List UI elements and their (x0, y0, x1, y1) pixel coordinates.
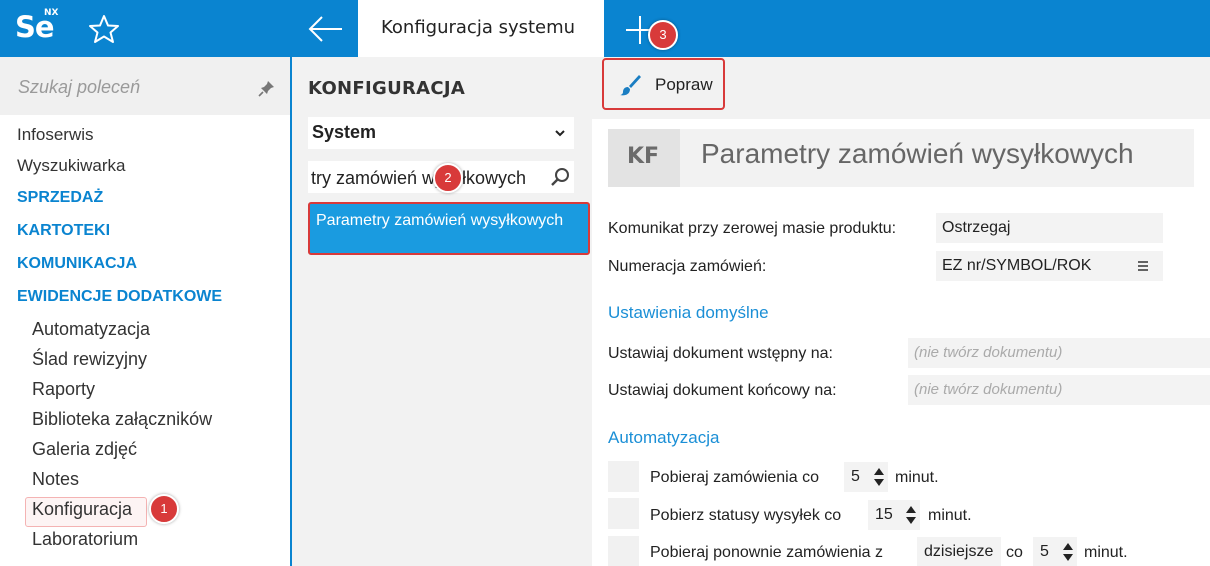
sidebar-subitem-laboratorium[interactable]: Laboratorium (32, 529, 138, 550)
initial-doc-placeholder: (nie twórz dokumentu) (914, 344, 1063, 361)
sidebar-subitem-biblioteka-zalacznikow[interactable]: Biblioteka załączników (32, 409, 212, 430)
back-arrow-icon[interactable] (300, 10, 350, 48)
row2-interval-value: 15 (875, 506, 893, 523)
top-bar: Se NX Konfiguracja systemu 3 (0, 0, 1210, 57)
row2-label: Pobierz statusy wysyłek co (650, 507, 842, 524)
tab-label: Konfiguracja systemu (381, 17, 576, 38)
initial-doc-field[interactable]: (nie twórz dokumentu) (908, 338, 1210, 368)
final-doc-field[interactable]: (nie twórz dokumentu) (908, 375, 1210, 405)
pin-icon[interactable] (258, 79, 276, 97)
command-search-input[interactable]: Szukaj poleceń (0, 57, 290, 115)
annotation-badge-3: 3 (648, 20, 678, 50)
row1-interval-stepper[interactable]: 5 (844, 462, 888, 492)
list-item-parametry-zamowien[interactable]: Parametry zamówień wysyłkowych (308, 202, 590, 255)
popraw-button[interactable]: Popraw (602, 58, 725, 110)
sidebar-item-wyszukiwarka[interactable]: Wyszukiwarka (17, 156, 125, 176)
zero-mass-label: Komunikat przy zerowej masie produktu: (608, 220, 897, 237)
chevron-down-icon (555, 130, 565, 137)
row3-label: Pobieraj ponownie zamówienia z (650, 544, 884, 561)
popraw-label: Popraw (655, 75, 713, 94)
category-select[interactable]: System (308, 117, 574, 149)
sidebar: Szukaj poleceń Infoserwis Wyszukiwarka S… (0, 57, 290, 566)
row3-mid-label: co (1006, 544, 1023, 561)
tab-konfiguracja-systemu[interactable]: Konfiguracja systemu (358, 0, 604, 57)
numbering-field[interactable]: EZ nr/SYMBOL/ROK (936, 251, 1163, 281)
app-logo[interactable]: Se NX (0, 0, 70, 57)
sidebar-item-infoserwis[interactable]: Infoserwis (17, 125, 94, 145)
brush-icon (620, 75, 641, 96)
final-doc-label: Ustawiaj dokument końcowy na: (608, 382, 837, 399)
search-placeholder: Szukaj poleceń (18, 77, 141, 97)
row3-interval-stepper[interactable]: 5 (1033, 537, 1077, 566)
final-doc-placeholder: (nie twórz dokumentu) (914, 381, 1063, 398)
stepper-arrows-icon[interactable] (873, 466, 885, 488)
row2-unit: minut. (928, 507, 972, 524)
sidebar-subitem-slad-rewizyjny[interactable]: Ślad rewizyjny (32, 349, 147, 370)
checkbox-pobierz-statusy[interactable] (608, 498, 639, 529)
record-code: KF (627, 144, 660, 169)
sidebar-subitem-notes[interactable]: Notes (32, 469, 79, 490)
list-item-label: Parametry zamówień wysyłkowych (316, 212, 564, 229)
row3-period-select[interactable]: dzisiejsze (917, 537, 1001, 566)
stepper-arrows-icon[interactable] (1062, 541, 1074, 563)
numbering-label: Numeracja zamówień: (608, 258, 767, 275)
sidebar-subitem-galeria-zdjec[interactable]: Galeria zdjęć (32, 439, 137, 460)
category-select-value: System (312, 122, 377, 142)
zero-mass-field[interactable]: Ostrzegaj (936, 213, 1163, 243)
numbering-value: EZ nr/SYMBOL/ROK (942, 257, 1092, 274)
annotation-badge-1: 1 (149, 494, 179, 524)
config-search-value: try zamówień wysyłkowych (311, 168, 527, 188)
row1-label: Pobieraj zamówienia co (650, 469, 819, 486)
toolbar: Popraw (592, 57, 1210, 119)
logo-superscript: NX (44, 8, 59, 18)
config-tree-panel: KONFIGURACJA System try zamówień wysyłko… (292, 57, 592, 566)
section-ustawienia-domyslne: Ustawienia domyślne (608, 303, 769, 322)
initial-doc-label: Ustawiaj dokument wstępny na: (608, 345, 833, 362)
search-icon[interactable] (549, 166, 571, 188)
sidebar-subitem-raporty[interactable]: Raporty (32, 379, 95, 400)
section-automatyzacja: Automatyzacja (608, 428, 720, 447)
row3-unit: minut. (1084, 544, 1128, 561)
sidebar-subitem-konfiguracja[interactable]: Konfiguracja (32, 499, 132, 520)
sidebar-section-ewidencje-dodatkowe[interactable]: EWIDENCJE DODATKOWE (17, 288, 222, 306)
sidebar-subitem-automatyzacja[interactable]: Automatyzacja (32, 319, 150, 340)
list-menu-icon[interactable] (1137, 261, 1149, 271)
panel-title: KONFIGURACJA (308, 78, 466, 99)
favorites-star-icon[interactable] (84, 11, 124, 47)
row3-period-value: dzisiejsze (924, 543, 994, 560)
annotation-badge-2: 2 (433, 163, 463, 193)
record-code-badge: KF (608, 129, 680, 187)
row1-interval-value: 5 (851, 468, 860, 485)
stepper-arrows-icon[interactable] (905, 504, 917, 526)
row3-interval-value: 5 (1040, 543, 1049, 560)
sidebar-section-komunikacja[interactable]: KOMUNIKACJA (17, 255, 137, 273)
row2-interval-stepper[interactable]: 15 (868, 500, 920, 530)
checkbox-pobieraj-zamowienia[interactable] (608, 461, 639, 492)
details-panel: Popraw KF Parametry zamówień wysyłkowych… (592, 57, 1210, 566)
record-header: KF Parametry zamówień wysyłkowych (608, 129, 1194, 187)
page-title: Parametry zamówień wysyłkowych (701, 138, 1134, 169)
sidebar-section-kartoteki[interactable]: KARTOTEKI (17, 222, 110, 240)
row1-unit: minut. (895, 469, 939, 486)
sidebar-section-sprzedaz[interactable]: SPRZEDAŻ (17, 189, 103, 207)
zero-mass-value: Ostrzegaj (942, 219, 1011, 236)
checkbox-pobieraj-ponownie[interactable] (608, 536, 639, 566)
